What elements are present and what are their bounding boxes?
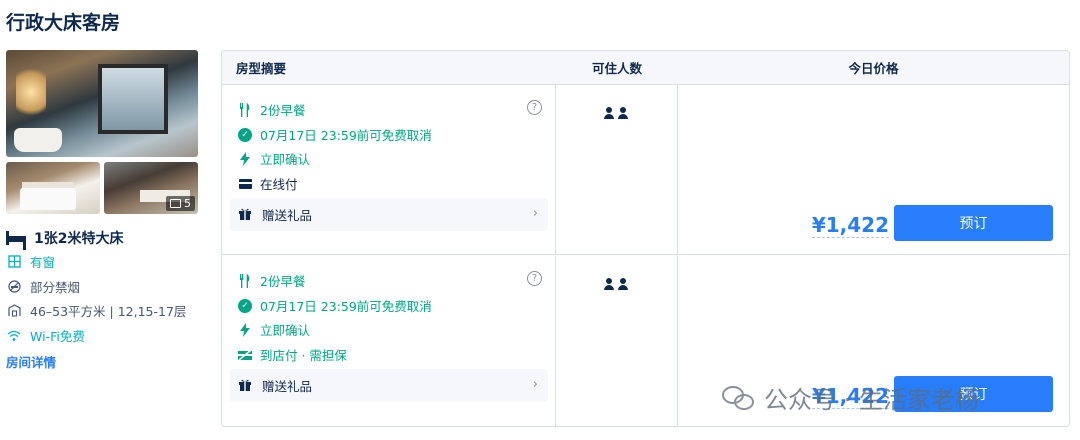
help-icon[interactable]: ?: [527, 100, 542, 115]
feature-window: 有窗: [6, 252, 55, 271]
lightning-icon: [238, 151, 252, 166]
credit-card-icon: [238, 178, 252, 189]
thumbnail-photo[interactable]: 5: [104, 162, 198, 214]
header-room-summary: 房型摘要: [236, 61, 287, 76]
photo-gallery[interactable]: 5: [6, 50, 198, 214]
main-room-photo[interactable]: [6, 50, 198, 157]
bed-type: 1张2米特大床: [6, 228, 123, 248]
breakfast-policy: 2份早餐: [238, 271, 305, 290]
utensils-icon: [238, 102, 252, 117]
gift-icon: [238, 378, 252, 394]
room-details-link[interactable]: 房间详情: [6, 352, 56, 371]
lightning-icon: [238, 322, 252, 337]
book-button[interactable]: 预订: [894, 205, 1053, 241]
room-title: 行政大床客房: [6, 12, 121, 34]
wifi-icon: [6, 329, 22, 343]
person-icon: [604, 107, 614, 119]
person-icon: [618, 107, 628, 119]
instant-confirm: 立即确认: [238, 149, 310, 168]
header-occupancy: 可住人数: [591, 61, 642, 76]
rate-row: 2份早餐 ? ✓ 07月17日 23:59前可免费取消 立即确认 在线付 赠送礼…: [222, 85, 1069, 255]
feature-area: 46–53平方米 | 12,15-17层: [6, 301, 186, 320]
chevron-right-icon: ›: [532, 377, 538, 392]
rate-table: 房型摘要 可住人数 今日价格 2份早餐 ? ✓ 07月17日 23:59前可免费…: [221, 50, 1070, 427]
check-circle-icon: ✓: [238, 298, 252, 313]
feature-wifi: Wi-Fi免费: [6, 326, 85, 345]
photo-count-badge: 5: [166, 196, 195, 211]
thumbnail-photo[interactable]: [6, 162, 100, 214]
payment-type: 到店付 · 需担保: [238, 345, 347, 364]
wechat-icon: [722, 384, 756, 412]
cancel-policy: ✓ 07月17日 23:59前可免费取消: [238, 296, 432, 315]
no-smoking-icon: [6, 280, 22, 294]
chevron-right-icon: ›: [532, 206, 538, 221]
check-circle-icon: ✓: [238, 127, 252, 142]
cancel-policy: ✓ 07月17日 23:59前可免费取消: [238, 125, 432, 144]
gift-bar[interactable]: 赠送礼品 ›: [230, 369, 548, 402]
pay-at-hotel-icon: [238, 348, 252, 362]
table-header: 房型摘要 可住人数 今日价格: [222, 51, 1069, 85]
bed-icon: [6, 231, 26, 245]
gift-bar[interactable]: 赠送礼品 ›: [230, 198, 548, 231]
area-icon: [6, 304, 22, 318]
price[interactable]: ¥1,422: [811, 213, 889, 238]
instant-confirm: 立即确认: [238, 320, 310, 339]
help-icon[interactable]: ?: [527, 271, 542, 286]
utensils-icon: [238, 273, 252, 288]
image-icon: [170, 199, 181, 208]
occupancy-icons: [604, 107, 628, 119]
payment-type: 在线付: [238, 174, 298, 193]
occupancy-icons: [604, 278, 628, 290]
watermark: 公众号 · 生活家老杨: [722, 380, 979, 415]
header-price: 今日价格: [848, 61, 899, 76]
gift-icon: [238, 207, 252, 223]
window-icon: [6, 255, 22, 269]
breakfast-policy: 2份早餐: [238, 100, 305, 119]
feature-smoking: 部分禁烟: [6, 277, 80, 296]
person-icon: [604, 278, 614, 290]
person-icon: [618, 278, 628, 290]
